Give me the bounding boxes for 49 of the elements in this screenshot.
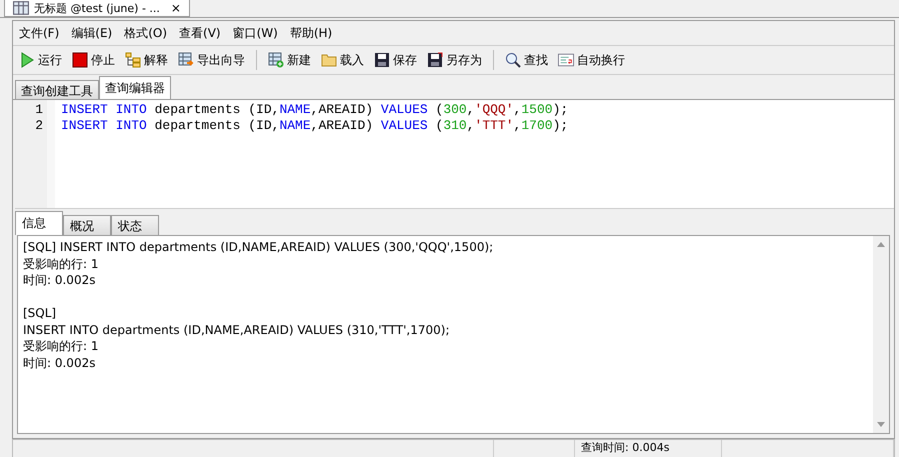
explain-button[interactable]: 解释 [123,50,170,70]
scroll-down-icon[interactable] [877,422,885,427]
message-line: [SQL] [23,306,56,320]
export-button[interactable]: 导出向导 [176,50,247,70]
play-icon [19,52,35,68]
document-title: 无标题 @test (june) - ... [34,0,160,16]
stop-icon [72,52,88,68]
code-line: INSERT INTO departments (ID,NAME,AREAID) VALUES (310,'TTT',1700); [61,118,568,134]
menu-item[interactable]: 格式(O) [124,24,168,42]
scrollbar[interactable] [873,236,889,433]
query-time: 查询时间: 0.004s [575,440,722,457]
message-line: 受影响的行: 1 [23,339,98,353]
saveas-button[interactable]: 另存为 [425,50,484,70]
close-button[interactable]: × [170,1,181,15]
menu-item[interactable]: 帮助(H) [290,24,332,42]
table-export-icon [178,52,194,68]
result-tab[interactable]: 概况 [63,215,111,235]
find-button[interactable]: 查找 [503,50,550,70]
hierarchy-icon [125,52,141,68]
message-line: [SQL] INSERT INTO departments (ID,NAME,AREAID) VALUES (300,'QQQ',1500); [23,240,494,254]
line-number: 1 [35,102,43,118]
search-icon [505,52,521,68]
message-line: 时间: 0.002s [23,273,96,287]
wrap-button[interactable]: 自动换行 [556,50,627,70]
text-wrap-icon [558,52,574,68]
menu-item[interactable]: 查看(V) [179,24,221,42]
message-line: 受影响的行: 1 [23,256,98,270]
run-button[interactable]: 运行 [17,50,64,70]
line-number: 2 [35,118,43,134]
table-icon [13,0,29,16]
sql-editor[interactable]: 1 2 INSERT INTO departments (ID,NAME,AREAID) VALUES (300,'QQQ',1500); INSERT INTO departments (ID,NAME,AREAID) VALUES (310,'TTT',1700); [15,100,894,209]
menu-item[interactable]: 窗口(W) [232,24,278,42]
menu-item[interactable]: 编辑(E) [71,24,112,42]
stop-button[interactable]: 停止 [70,50,117,70]
result-tab[interactable]: 状态 [111,215,159,235]
message-line: INSERT INTO departments (ID,NAME,AREAID) VALUES (310,'TTT',1700); [23,322,450,336]
result-tab[interactable]: 信息 [15,211,63,235]
editor-tab[interactable]: 查询创建工具 [15,80,99,99]
editor-tab[interactable]: 查询编辑器 [99,76,171,99]
code-line: INSERT INTO departments (ID,NAME,AREAID) VALUES (300,'QQQ',1500); [61,102,568,118]
new-button[interactable]: 新建 [266,50,313,70]
scroll-up-icon[interactable] [877,242,885,247]
load-button[interactable]: 载入 [319,50,366,70]
folder-icon [321,52,337,68]
message-line: 时间: 0.002s [23,356,96,370]
save-button[interactable]: 保存 [372,50,419,70]
menu-item[interactable]: 文件(F) [19,24,60,42]
document-tab[interactable]: 无标题 @test (june) - ... × [4,0,190,17]
table-add-icon [268,52,284,68]
